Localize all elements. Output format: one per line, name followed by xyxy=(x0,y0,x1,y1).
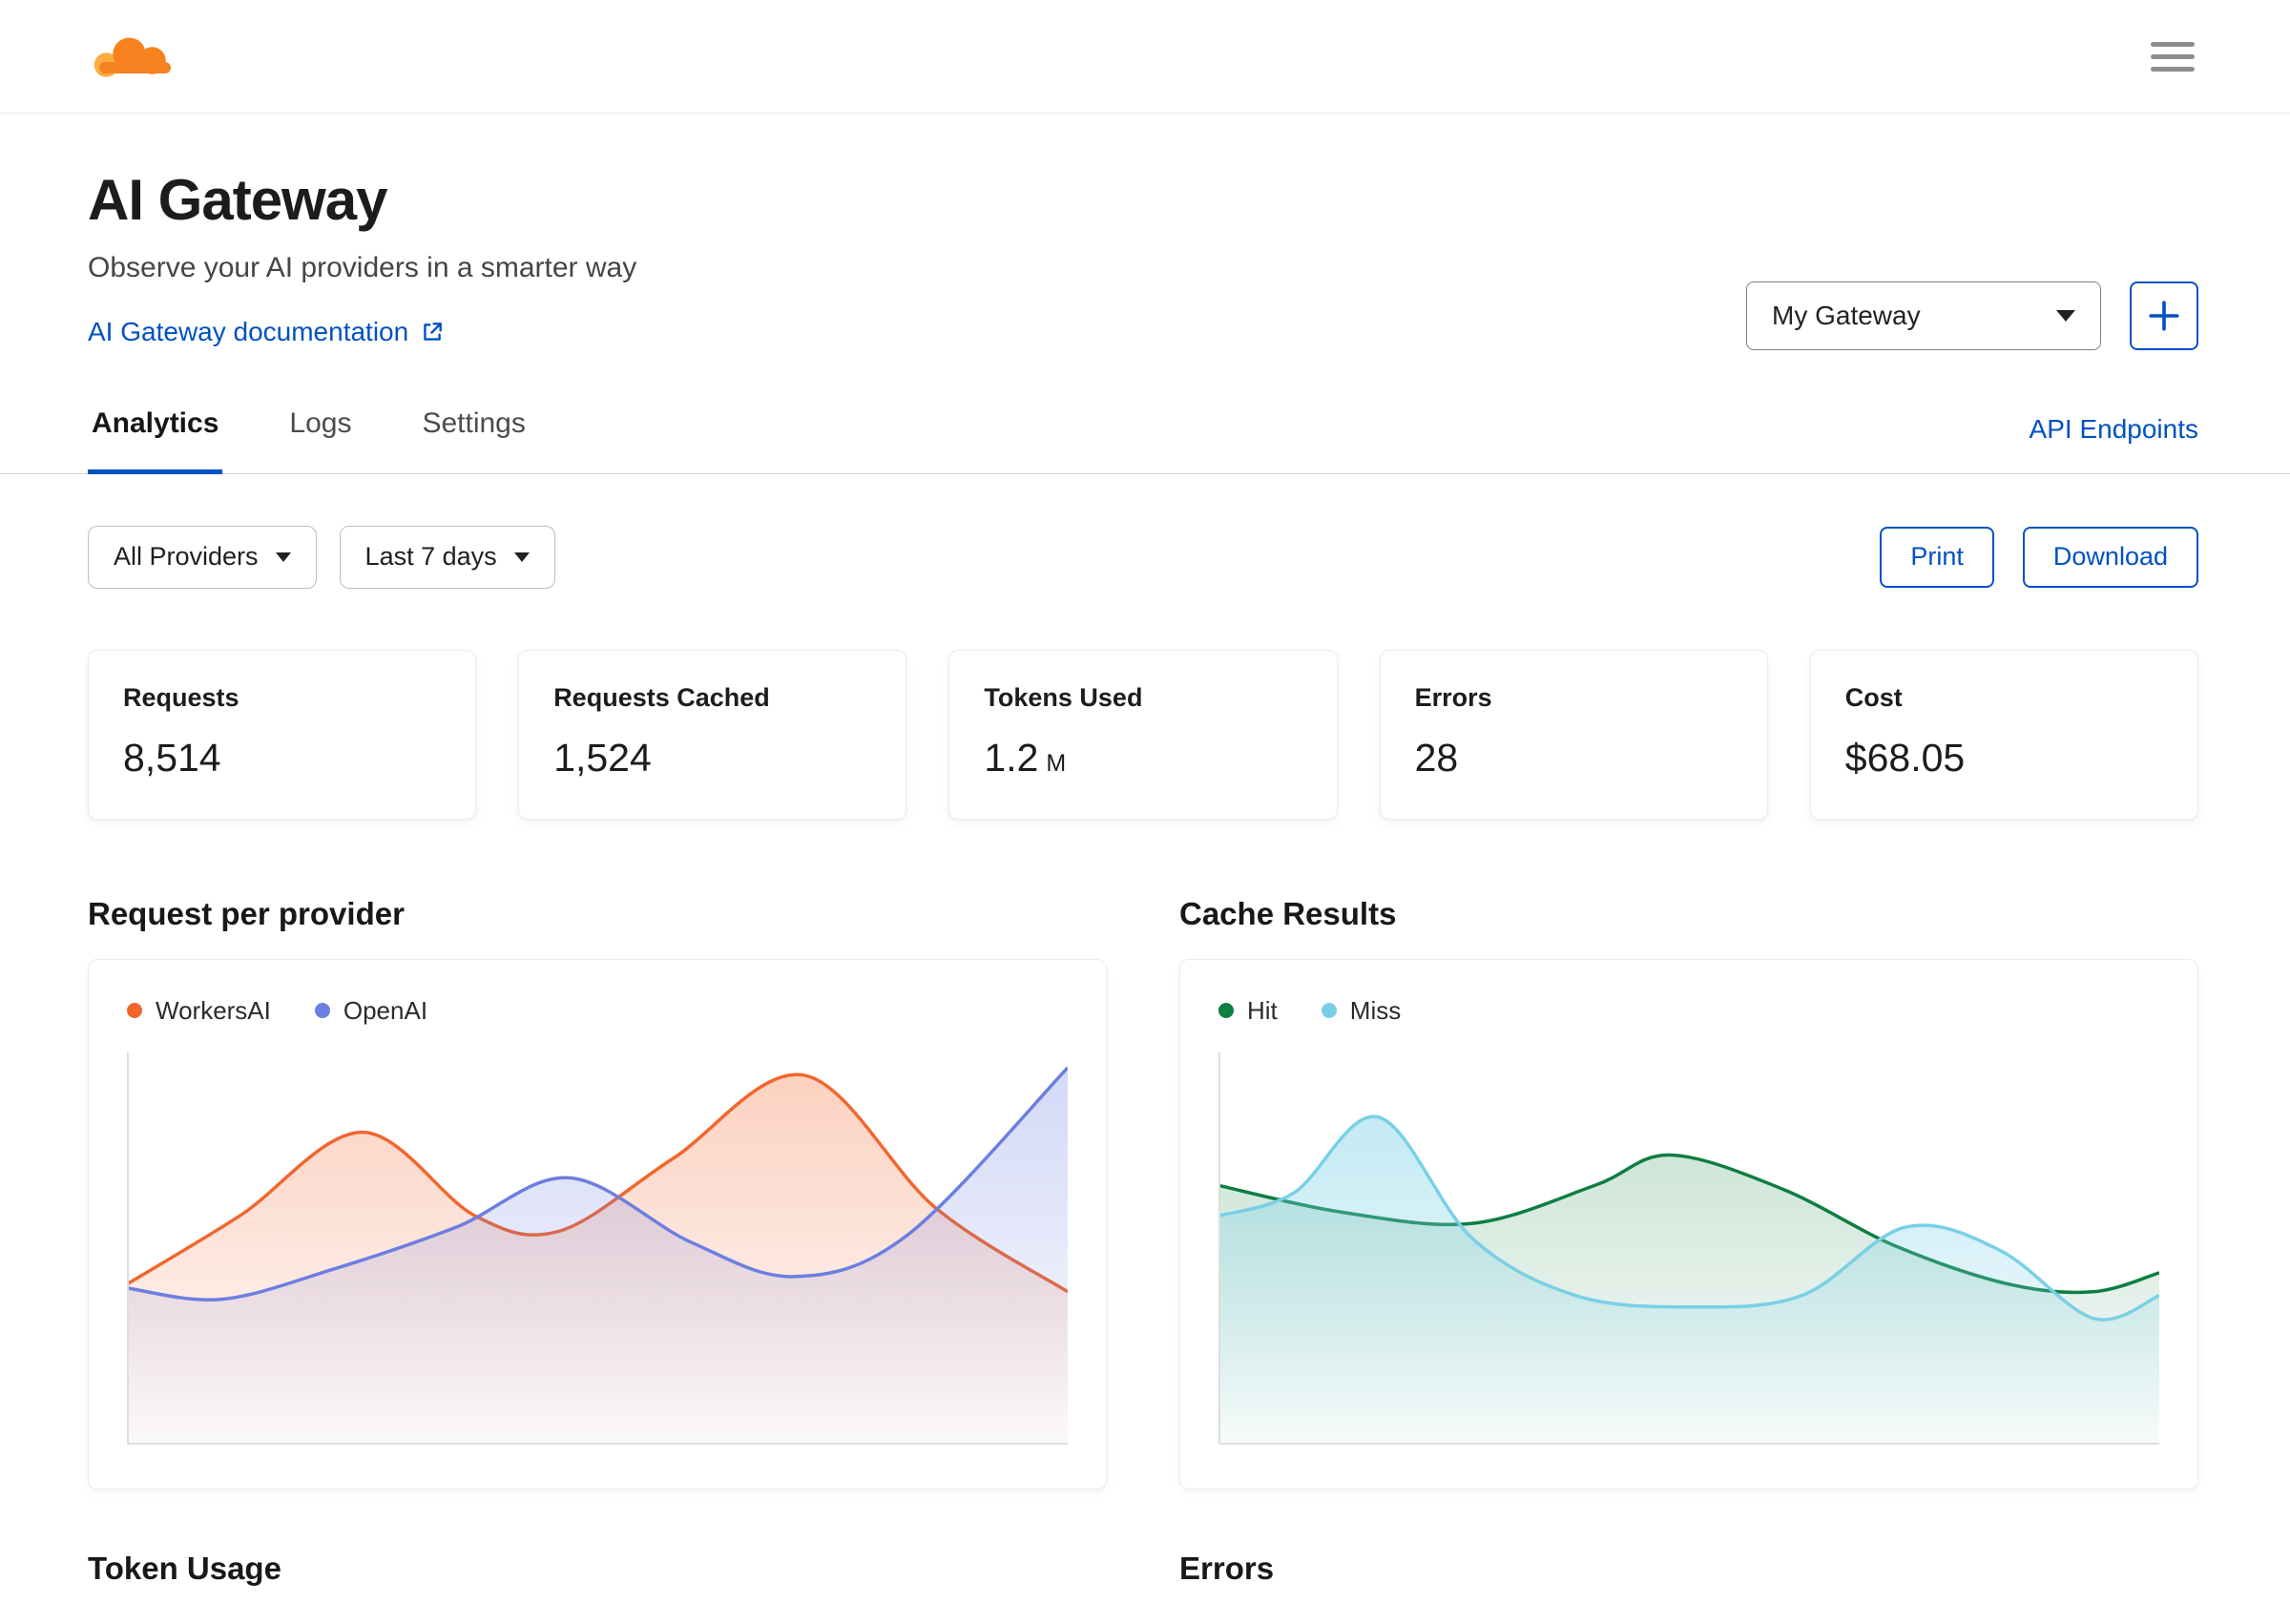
page-title: AI Gateway xyxy=(88,168,387,232)
gateway-select[interactable]: My Gateway xyxy=(1746,281,2101,350)
legend-dot-icon xyxy=(1218,1003,1234,1018)
legend-item-openai[interactable]: OpenAI xyxy=(314,995,428,1026)
external-link-icon xyxy=(424,322,443,341)
gateway-select-value: My Gateway xyxy=(1772,301,1921,330)
chart-section-cache-results: Cache Results Hit Miss xyxy=(1179,896,2198,1489)
stat-label: Requests Cached xyxy=(553,682,770,712)
documentation-link-label: AI Gateway documentation xyxy=(88,316,409,346)
print-button[interactable]: Print xyxy=(1880,526,1994,588)
chart-section-requests-per-provider: Request per provider WorkersAI OpenAI xyxy=(88,896,1107,1489)
stats-row: Requests 8,514 Requests Cached 1,524 Tok… xyxy=(88,649,2198,820)
section-title-token-usage: Token Usage xyxy=(88,1550,281,1586)
page-header: AI Gateway Observe your AI providers in … xyxy=(0,114,2290,474)
documentation-link[interactable]: AI Gateway documentation xyxy=(88,317,445,347)
chart-legend: Hit Miss xyxy=(1218,996,2159,1026)
stat-label: Requests xyxy=(123,682,239,712)
legend-label: OpenAI xyxy=(343,995,428,1025)
provider-filter-dropdown[interactable]: All Providers xyxy=(88,525,317,589)
cloudflare-logo[interactable] xyxy=(88,27,179,86)
menu-hamburger-icon[interactable] xyxy=(2151,41,2195,72)
stat-label: Tokens Used xyxy=(984,682,1143,712)
area-chart-cache-results xyxy=(1218,1039,2159,1449)
tab-settings[interactable]: Settings xyxy=(418,406,529,473)
date-range-dropdown[interactable]: Last 7 days xyxy=(339,525,555,589)
stat-card-errors: Errors 28 xyxy=(1379,649,1768,820)
page-subtitle: Observe your AI providers in a smarter w… xyxy=(88,252,637,283)
filter-dropdowns: All Providers Last 7 days xyxy=(88,525,555,589)
stat-label: Cost xyxy=(1844,682,1903,712)
legend-item-hit[interactable]: Hit xyxy=(1218,996,1278,1026)
stat-value-number: 1.2 xyxy=(984,735,1039,780)
stat-value: 1.2 M xyxy=(984,736,1301,781)
section-title-errors: Errors xyxy=(1179,1550,1275,1586)
top-bar xyxy=(0,0,2290,114)
chart-legend: WorkersAI OpenAI xyxy=(127,996,1068,1026)
tabs: Analytics Logs Settings xyxy=(88,406,530,474)
charts-grid: Request per provider WorkersAI OpenAI Ca… xyxy=(88,896,2198,1489)
chart-card: WorkersAI OpenAI xyxy=(88,958,1107,1489)
chevron-down-icon xyxy=(513,552,530,562)
cloudflare-cloud-icon xyxy=(94,37,171,77)
chart-title: Request per provider xyxy=(88,895,405,931)
stat-value-unit: M xyxy=(1046,749,1067,777)
main-content: All Providers Last 7 days Print Download… xyxy=(0,525,2290,1587)
bottom-sections: Token Usage Errors xyxy=(88,1551,2198,1587)
legend-dot-icon xyxy=(314,1003,330,1018)
filter-row: All Providers Last 7 days Print Download xyxy=(88,525,2198,589)
stat-card-cost: Cost $68.05 xyxy=(1809,649,2198,820)
api-endpoints-link[interactable]: API Endpoints xyxy=(2030,414,2198,473)
tab-analytics[interactable]: Analytics xyxy=(88,406,223,474)
stat-card-requests-cached: Requests Cached 1,524 xyxy=(518,649,907,820)
legend-label: WorkersAI xyxy=(156,995,271,1025)
legend-dot-icon xyxy=(1321,1003,1337,1018)
export-buttons: Print Download xyxy=(1880,526,2198,588)
download-button[interactable]: Download xyxy=(2022,526,2198,588)
stat-value: 1,524 xyxy=(553,735,652,780)
stat-value: 28 xyxy=(1414,735,1459,780)
tabs-row: Analytics Logs Settings API Endpoints xyxy=(0,406,2290,474)
legend-dot-icon xyxy=(127,1003,142,1018)
chart-card: Hit Miss xyxy=(1179,958,2198,1489)
gateway-controls: My Gateway xyxy=(1746,281,2198,350)
stat-card-tokens-used: Tokens Used 1.2 M xyxy=(948,649,1338,820)
chevron-down-icon xyxy=(275,552,291,562)
chart-title: Cache Results xyxy=(1179,895,1397,931)
stat-value: $68.05 xyxy=(1844,735,1966,780)
add-gateway-button[interactable] xyxy=(2130,281,2198,350)
legend-label: Miss xyxy=(1349,995,1402,1025)
chevron-down-icon xyxy=(2056,310,2075,322)
stat-value: 8,514 xyxy=(123,735,221,780)
area-chart-requests-per-provider xyxy=(127,1039,1068,1449)
provider-filter-value: All Providers xyxy=(114,542,259,571)
tab-logs[interactable]: Logs xyxy=(285,406,355,473)
legend-item-miss[interactable]: Miss xyxy=(1321,995,1402,1026)
plus-icon xyxy=(2149,301,2179,331)
date-range-value: Last 7 days xyxy=(364,542,497,571)
legend-item-workersai[interactable]: WorkersAI xyxy=(127,996,271,1026)
stat-label: Errors xyxy=(1414,682,1492,712)
stat-card-requests: Requests 8,514 xyxy=(88,649,477,820)
legend-label: Hit xyxy=(1247,995,1278,1025)
